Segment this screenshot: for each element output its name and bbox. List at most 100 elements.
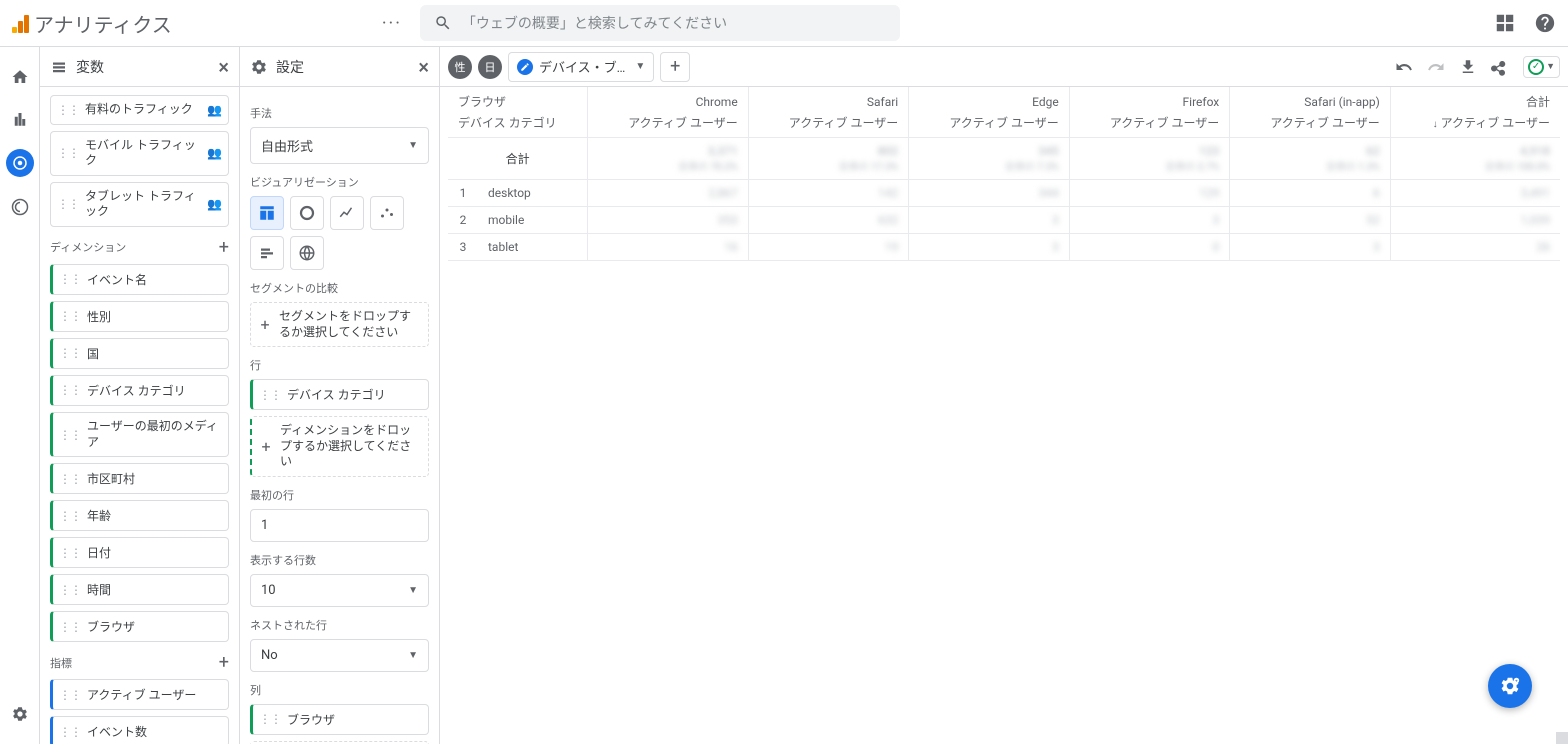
cols-dimension[interactable]: ⋮⋮ブラウザ [250,704,429,735]
viz-line[interactable] [330,196,364,230]
edit-icon [517,59,533,75]
top-bar: アナリティクス ··· 「ウェブの概要」と検索してみてください [0,0,1568,47]
first-row-input[interactable]: 1 [250,509,429,542]
variables-panel: 変数 × ⋮⋮有料のトラフィック👥 ⋮⋮モバイル トラフィック👥 ⋮⋮タブレット… [40,47,240,744]
ga-logo-icon [12,13,30,33]
add-tab[interactable]: + [660,52,690,82]
share-icon[interactable] [1491,58,1509,76]
dimension-chip[interactable]: ⋮⋮市区町村 [50,463,229,494]
first-row-label: 最初の行 [250,487,429,503]
metric-chip[interactable]: ⋮⋮イベント数 [50,716,229,744]
search-icon [434,14,452,32]
col-browser: ブラウザ [448,87,588,112]
metric-chip[interactable]: ⋮⋮アクティブ ユーザー [50,679,229,710]
main-area: 性 日 デバイス・ブ… ▼ + ✓▼ ブラウザ Chrome Safari Ed… [440,47,1568,744]
col-firefox[interactable]: Firefox [1069,87,1230,112]
dimension-chip[interactable]: ⋮⋮ユーザーの最初のメディア [50,412,229,457]
redo-icon[interactable] [1427,58,1445,76]
method-label: 手法 [250,105,429,121]
table-row[interactable]: 3tablet 161930326 [448,234,1560,261]
dimension-chip[interactable]: ⋮⋮国 [50,338,229,369]
method-select[interactable]: 自由形式▼ [250,127,429,164]
chevron-down-icon: ▼ [635,61,645,72]
show-rows-label: 表示する行数 [250,552,429,568]
people-icon: 👥 [207,197,222,211]
dimension-chip[interactable]: ⋮⋮デバイス カテゴリ [50,375,229,406]
sort-column[interactable]: ↓ アクティブ ユーザー [1390,112,1560,138]
nested-label: ネストされた行 [250,617,429,633]
cols-label: 列 [250,682,429,698]
segment-dropzone[interactable]: +セグメントをドロップするか選択してください [250,302,429,347]
rail-admin[interactable] [8,702,32,726]
dimension-chip[interactable]: ⋮⋮時間 [50,574,229,605]
tab-bar: 性 日 デバイス・ブ… ▼ + ✓▼ [440,47,1568,87]
add-dimension[interactable]: + [219,237,229,258]
help-icon[interactable] [1534,12,1556,34]
scrollbar-corner [1556,732,1568,744]
table-row[interactable]: 1desktop 2,86714234412963,491 [448,180,1560,207]
viz-bar[interactable] [250,236,284,270]
viz-geo[interactable] [290,236,324,270]
chevron-down-icon: ▼ [408,140,418,151]
tab-chip-2[interactable]: 日 [478,55,502,79]
insights-fab[interactable]: + [1488,664,1532,708]
dimension-chip[interactable]: ⋮⋮年齢 [50,500,229,531]
gear-icon [250,58,268,76]
rows-dimension[interactable]: ⋮⋮デバイス カテゴリ [250,379,429,410]
viz-label: ビジュアリゼーション [250,174,429,190]
chevron-down-icon: ▼ [408,650,418,661]
col-device: デバイス カテゴリ [448,112,588,138]
show-rows-select[interactable]: 10▼ [250,574,429,607]
close-variables[interactable]: × [218,55,229,79]
col-edge[interactable]: Edge [909,87,1070,112]
tab-chip-1[interactable]: 性 [448,55,472,79]
dimension-chip[interactable]: ⋮⋮ブラウザ [50,611,229,642]
app-title: アナリティクス [34,9,172,38]
segment-chip[interactable]: ⋮⋮モバイル トラフィック👥 [50,131,229,176]
rail-advertising[interactable] [8,195,32,219]
col-safari-inapp[interactable]: Safari (in-app) [1230,87,1391,112]
data-table: ブラウザ Chrome Safari Edge Firefox Safari (… [448,87,1560,261]
add-metric[interactable]: + [219,652,229,673]
layers-icon [50,58,68,76]
dimension-chip[interactable]: ⋮⋮日付 [50,537,229,568]
people-icon: 👥 [207,146,222,160]
rows-dropzone[interactable]: +ディメンションをドロップするか選択してください [250,416,429,477]
settings-panel: 設定 × 手法 自由形式▼ ビジュアリゼーション セグメントの比較 +セグメント… [240,47,440,744]
col-total[interactable]: 合計 [1390,87,1560,112]
segment-chip[interactable]: ⋮⋮有料のトラフィック👥 [50,95,229,125]
col-chrome[interactable]: Chrome [588,87,749,112]
ga-logo: アナリティクス [12,9,172,38]
search-box[interactable]: 「ウェブの概要」と検索してみてください [420,5,900,41]
rail-explore[interactable] [6,149,34,177]
rail-home[interactable] [8,65,32,89]
rail-reports[interactable] [8,107,32,131]
seg-compare-label: セグメントの比較 [250,280,429,296]
viz-table[interactable] [250,196,284,230]
people-icon: 👥 [207,103,222,117]
active-tab[interactable]: デバイス・ブ… ▼ [508,52,654,82]
download-icon[interactable] [1459,58,1477,76]
status-indicator[interactable]: ✓▼ [1523,56,1560,78]
nav-rail [0,47,40,744]
dimension-chip[interactable]: ⋮⋮イベント名 [50,264,229,295]
svg-text:+: + [1515,679,1518,684]
col-safari[interactable]: Safari [748,87,909,112]
rows-label: 行 [250,357,429,373]
close-settings[interactable]: × [418,55,429,79]
chevron-down-icon: ▼ [408,585,418,596]
viz-scatter[interactable] [370,196,404,230]
viz-donut[interactable] [290,196,324,230]
settings-title: 設定 [276,57,304,77]
dimensions-label: ディメンション [50,239,126,255]
undo-icon[interactable] [1395,58,1413,76]
variables-title: 変数 [76,57,104,77]
workspaces-icon[interactable] [1494,12,1516,34]
table-row[interactable]: 2mobile 35363233521,039 [448,207,1560,234]
dimension-chip[interactable]: ⋮⋮性別 [50,301,229,332]
segment-chip[interactable]: ⋮⋮タブレット トラフィック👥 [50,182,229,227]
more-icon[interactable]: ··· [382,13,402,34]
total-row: 合計 3,371全体の 70.2% 802全体の 17.3% 345全体の 7.… [448,138,1560,180]
search-placeholder: 「ウェブの概要」と検索してみてください [462,13,727,33]
nested-select[interactable]: No▼ [250,639,429,672]
